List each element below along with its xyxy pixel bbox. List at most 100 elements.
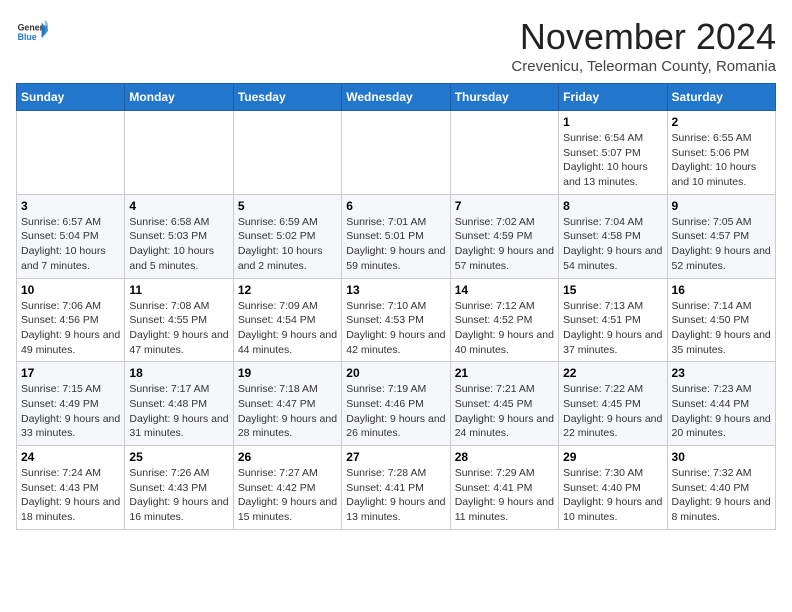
day-info: Sunrise: 7:18 AM Sunset: 4:47 PM Dayligh…	[238, 382, 337, 441]
day-info: Sunrise: 7:15 AM Sunset: 4:49 PM Dayligh…	[21, 382, 120, 441]
calendar-cell: 16 Sunrise: 7:14 AM Sunset: 4:50 PM Dayli…	[667, 278, 775, 362]
weekday-header-sunday: Sunday	[17, 84, 125, 111]
svg-text:Blue: Blue	[18, 32, 37, 42]
weekday-header-friday: Friday	[559, 84, 667, 111]
week-row-1: 3 Sunrise: 6:57 AM Sunset: 5:04 PM Daylig…	[17, 194, 776, 278]
day-info: Sunrise: 7:14 AM Sunset: 4:50 PM Dayligh…	[672, 299, 771, 358]
day-number: 22	[563, 366, 662, 380]
weekday-header-wednesday: Wednesday	[342, 84, 450, 111]
day-info: Sunrise: 7:30 AM Sunset: 4:40 PM Dayligh…	[563, 466, 662, 525]
day-info: Sunrise: 7:32 AM Sunset: 4:40 PM Dayligh…	[672, 466, 771, 525]
calendar-cell	[125, 111, 233, 195]
day-number: 20	[346, 366, 445, 380]
day-number: 13	[346, 283, 445, 297]
day-number: 4	[129, 199, 228, 213]
day-number: 8	[563, 199, 662, 213]
day-info: Sunrise: 7:05 AM Sunset: 4:57 PM Dayligh…	[672, 215, 771, 274]
calendar-cell: 8 Sunrise: 7:04 AM Sunset: 4:58 PM Daylig…	[559, 194, 667, 278]
day-number: 19	[238, 366, 337, 380]
day-number: 3	[21, 199, 120, 213]
calendar-cell: 20 Sunrise: 7:19 AM Sunset: 4:46 PM Dayli…	[342, 362, 450, 446]
day-info: Sunrise: 6:57 AM Sunset: 5:04 PM Dayligh…	[21, 215, 120, 274]
calendar-cell: 24Sunrise: 7:24 AM Sunset: 4:43 PM Dayli…	[17, 446, 125, 530]
day-info: Sunrise: 6:58 AM Sunset: 5:03 PM Dayligh…	[129, 215, 228, 274]
calendar-cell: 19 Sunrise: 7:18 AM Sunset: 4:47 PM Dayli…	[233, 362, 341, 446]
day-number: 28	[455, 450, 554, 464]
day-number: 27	[346, 450, 445, 464]
day-info: Sunrise: 7:10 AM Sunset: 4:53 PM Dayligh…	[346, 299, 445, 358]
day-number: 12	[238, 283, 337, 297]
calendar-cell: 3 Sunrise: 6:57 AM Sunset: 5:04 PM Daylig…	[17, 194, 125, 278]
month-title: November 2024	[511, 16, 776, 58]
day-info: Sunrise: 7:13 AM Sunset: 4:51 PM Dayligh…	[563, 299, 662, 358]
weekday-header-saturday: Saturday	[667, 84, 775, 111]
calendar-cell: 21Sunrise: 7:21 AM Sunset: 4:45 PM Dayli…	[450, 362, 558, 446]
calendar-cell: 6 Sunrise: 7:01 AM Sunset: 5:01 PM Daylig…	[342, 194, 450, 278]
calendar-cell: 30Sunrise: 7:32 AM Sunset: 4:40 PM Dayli…	[667, 446, 775, 530]
week-row-4: 24Sunrise: 7:24 AM Sunset: 4:43 PM Dayli…	[17, 446, 776, 530]
day-number: 23	[672, 366, 771, 380]
day-info: Sunrise: 7:09 AM Sunset: 4:54 PM Dayligh…	[238, 299, 337, 358]
calendar-cell: 5 Sunrise: 6:59 AM Sunset: 5:02 PM Daylig…	[233, 194, 341, 278]
day-info: Sunrise: 7:28 AM Sunset: 4:41 PM Dayligh…	[346, 466, 445, 525]
calendar-cell: 28 Sunrise: 7:29 AM Sunset: 4:41 PM Dayli…	[450, 446, 558, 530]
day-number: 9	[672, 199, 771, 213]
calendar-cell: 25 Sunrise: 7:26 AM Sunset: 4:43 PM Dayli…	[125, 446, 233, 530]
calendar-cell	[233, 111, 341, 195]
weekday-header-tuesday: Tuesday	[233, 84, 341, 111]
day-number: 25	[129, 450, 228, 464]
logo-icon: General Blue	[16, 16, 48, 48]
weekday-header-monday: Monday	[125, 84, 233, 111]
calendar-cell: 7 Sunrise: 7:02 AM Sunset: 4:59 PM Daylig…	[450, 194, 558, 278]
calendar-cell: 22 Sunrise: 7:22 AM Sunset: 4:45 PM Dayli…	[559, 362, 667, 446]
day-info: Sunrise: 7:12 AM Sunset: 4:52 PM Dayligh…	[455, 299, 554, 358]
calendar-cell: 18Sunrise: 7:17 AM Sunset: 4:48 PM Dayli…	[125, 362, 233, 446]
day-info: Sunrise: 6:54 AM Sunset: 5:07 PM Dayligh…	[563, 131, 662, 190]
day-number: 5	[238, 199, 337, 213]
day-number: 14	[455, 283, 554, 297]
weekday-header-thursday: Thursday	[450, 84, 558, 111]
week-row-3: 17Sunrise: 7:15 AM Sunset: 4:49 PM Dayli…	[17, 362, 776, 446]
calendar-cell: 9 Sunrise: 7:05 AM Sunset: 4:57 PM Daylig…	[667, 194, 775, 278]
calendar-cell: 4 Sunrise: 6:58 AM Sunset: 5:03 PM Daylig…	[125, 194, 233, 278]
day-info: Sunrise: 7:06 AM Sunset: 4:56 PM Dayligh…	[21, 299, 120, 358]
day-info: Sunrise: 7:29 AM Sunset: 4:41 PM Dayligh…	[455, 466, 554, 525]
day-info: Sunrise: 7:19 AM Sunset: 4:46 PM Dayligh…	[346, 382, 445, 441]
calendar-cell: 23 Sunrise: 7:23 AM Sunset: 4:44 PM Dayli…	[667, 362, 775, 446]
day-info: Sunrise: 7:02 AM Sunset: 4:59 PM Dayligh…	[455, 215, 554, 274]
day-info: Sunrise: 7:21 AM Sunset: 4:45 PM Dayligh…	[455, 382, 554, 441]
calendar-cell: 27 Sunrise: 7:28 AM Sunset: 4:41 PM Dayli…	[342, 446, 450, 530]
day-number: 11	[129, 283, 228, 297]
title-area: November 2024 Crevenicu, Teleorman Count…	[511, 16, 776, 75]
calendar-cell: 13 Sunrise: 7:10 AM Sunset: 4:53 PM Dayli…	[342, 278, 450, 362]
day-info: Sunrise: 7:22 AM Sunset: 4:45 PM Dayligh…	[563, 382, 662, 441]
day-info: Sunrise: 7:04 AM Sunset: 4:58 PM Dayligh…	[563, 215, 662, 274]
day-number: 7	[455, 199, 554, 213]
day-info: Sunrise: 7:23 AM Sunset: 4:44 PM Dayligh…	[672, 382, 771, 441]
day-number: 2	[672, 115, 771, 129]
day-number: 6	[346, 199, 445, 213]
header: General Blue November 2024 Crevenicu, Te…	[16, 16, 776, 75]
day-info: Sunrise: 6:55 AM Sunset: 5:06 PM Dayligh…	[672, 131, 771, 190]
calendar-cell: 12 Sunrise: 7:09 AM Sunset: 4:54 PM Dayli…	[233, 278, 341, 362]
day-info: Sunrise: 6:59 AM Sunset: 5:02 PM Dayligh…	[238, 215, 337, 274]
calendar-cell: 26 Sunrise: 7:27 AM Sunset: 4:42 PM Dayli…	[233, 446, 341, 530]
weekday-header-row: SundayMondayTuesdayWednesdayThursdayFrid…	[17, 84, 776, 111]
day-number: 26	[238, 450, 337, 464]
calendar-cell: 29 Sunrise: 7:30 AM Sunset: 4:40 PM Dayli…	[559, 446, 667, 530]
calendar-cell: 11Sunrise: 7:08 AM Sunset: 4:55 PM Dayli…	[125, 278, 233, 362]
day-number: 15	[563, 283, 662, 297]
day-number: 29	[563, 450, 662, 464]
day-number: 16	[672, 283, 771, 297]
week-row-0: 1Sunrise: 6:54 AM Sunset: 5:07 PM Daylig…	[17, 111, 776, 195]
calendar-cell	[17, 111, 125, 195]
calendar-cell: 15 Sunrise: 7:13 AM Sunset: 4:51 PM Dayli…	[559, 278, 667, 362]
calendar-cell: 17Sunrise: 7:15 AM Sunset: 4:49 PM Dayli…	[17, 362, 125, 446]
day-number: 18	[129, 366, 228, 380]
day-info: Sunrise: 7:01 AM Sunset: 5:01 PM Dayligh…	[346, 215, 445, 274]
week-row-2: 10Sunrise: 7:06 AM Sunset: 4:56 PM Dayli…	[17, 278, 776, 362]
day-info: Sunrise: 7:27 AM Sunset: 4:42 PM Dayligh…	[238, 466, 337, 525]
calendar-cell: 1Sunrise: 6:54 AM Sunset: 5:07 PM Daylig…	[559, 111, 667, 195]
day-info: Sunrise: 7:24 AM Sunset: 4:43 PM Dayligh…	[21, 466, 120, 525]
day-info: Sunrise: 7:26 AM Sunset: 4:43 PM Dayligh…	[129, 466, 228, 525]
